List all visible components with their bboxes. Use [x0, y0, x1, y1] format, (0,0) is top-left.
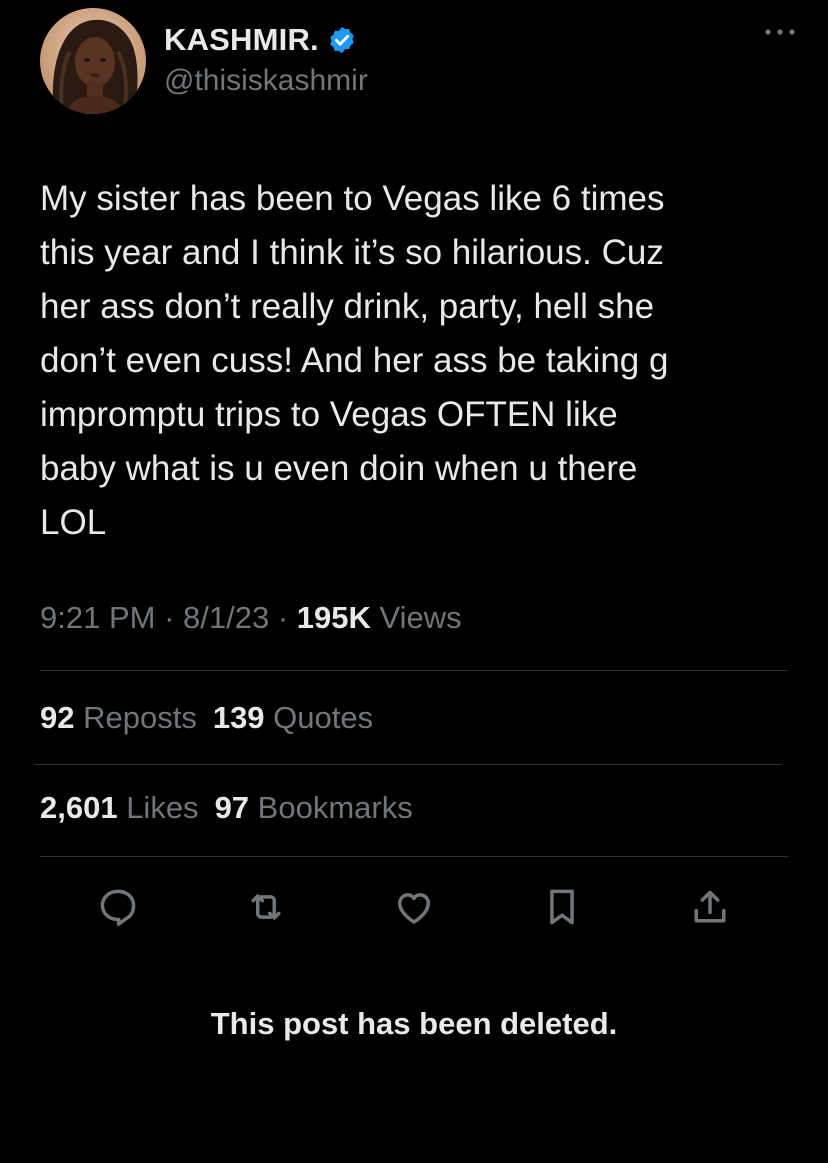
likes-count: 2,601 [40, 790, 118, 825]
likes-label: Likes [117, 790, 199, 825]
bookmarks-count: 97 [214, 790, 250, 825]
reposts-count: 92 [40, 700, 75, 735]
tweet-text: My sister has been to Vegas like 6 times… [40, 179, 669, 542]
bookmark-icon [550, 889, 574, 925]
meta-separator: · [155, 600, 184, 635]
action-bar [88, 882, 748, 932]
repost-icon [251, 894, 281, 920]
views-label: Views [370, 600, 462, 635]
reply-icon [100, 889, 136, 926]
heart-icon [397, 893, 431, 924]
stats-row-likes-bookmarks: 2,601 Likes 97 Bookmarks [40, 790, 429, 826]
reply-button[interactable] [88, 882, 148, 932]
bookmarks-label: Bookmarks [249, 790, 413, 825]
likes-stat[interactable]: 2,601 Likes [40, 790, 199, 826]
author-info: KASHMIR. @thisiskashmir [164, 22, 368, 98]
display-name-row: KASHMIR. [164, 22, 368, 58]
bookmarks-stat[interactable]: 97 Bookmarks [215, 790, 413, 826]
handle[interactable]: @thisiskashmir [164, 64, 368, 98]
like-button[interactable] [384, 882, 444, 932]
deleted-notice: This post has been deleted. [210, 1006, 618, 1041]
share-icon [694, 890, 726, 923]
divider [40, 670, 788, 671]
stats-row-reposts-quotes: 92 Reposts 139 Quotes [40, 700, 389, 736]
views-count: 195K [296, 600, 371, 635]
quotes-stat[interactable]: 139 Quotes [213, 700, 373, 736]
tweet-time[interactable]: 9:21 PM [40, 600, 155, 635]
reposts-label: Reposts [74, 700, 197, 735]
avatar[interactable] [40, 8, 146, 114]
more-options-button[interactable] [760, 22, 800, 42]
meta-separator: · [269, 600, 297, 635]
share-button[interactable] [680, 882, 740, 932]
repost-button[interactable] [236, 882, 296, 932]
quotes-label: Quotes [264, 700, 374, 735]
user-avatar-photo [40, 8, 146, 114]
tweet-meta: 9:21 PM · 8/1/23 · 195K Views [40, 600, 462, 636]
display-name[interactable]: KASHMIR. [164, 22, 319, 58]
tweet-header: KASHMIR. @thisiskashmir [40, 8, 800, 118]
quotes-count: 139 [212, 700, 265, 735]
reposts-stat[interactable]: 92 Reposts [40, 700, 197, 736]
divider [34, 764, 782, 765]
bookmark-button[interactable] [532, 882, 592, 932]
more-dots-icon [765, 29, 795, 35]
divider [40, 856, 788, 857]
tweet-date[interactable]: 8/1/23 [183, 600, 269, 635]
verified-badge-icon [327, 25, 357, 55]
